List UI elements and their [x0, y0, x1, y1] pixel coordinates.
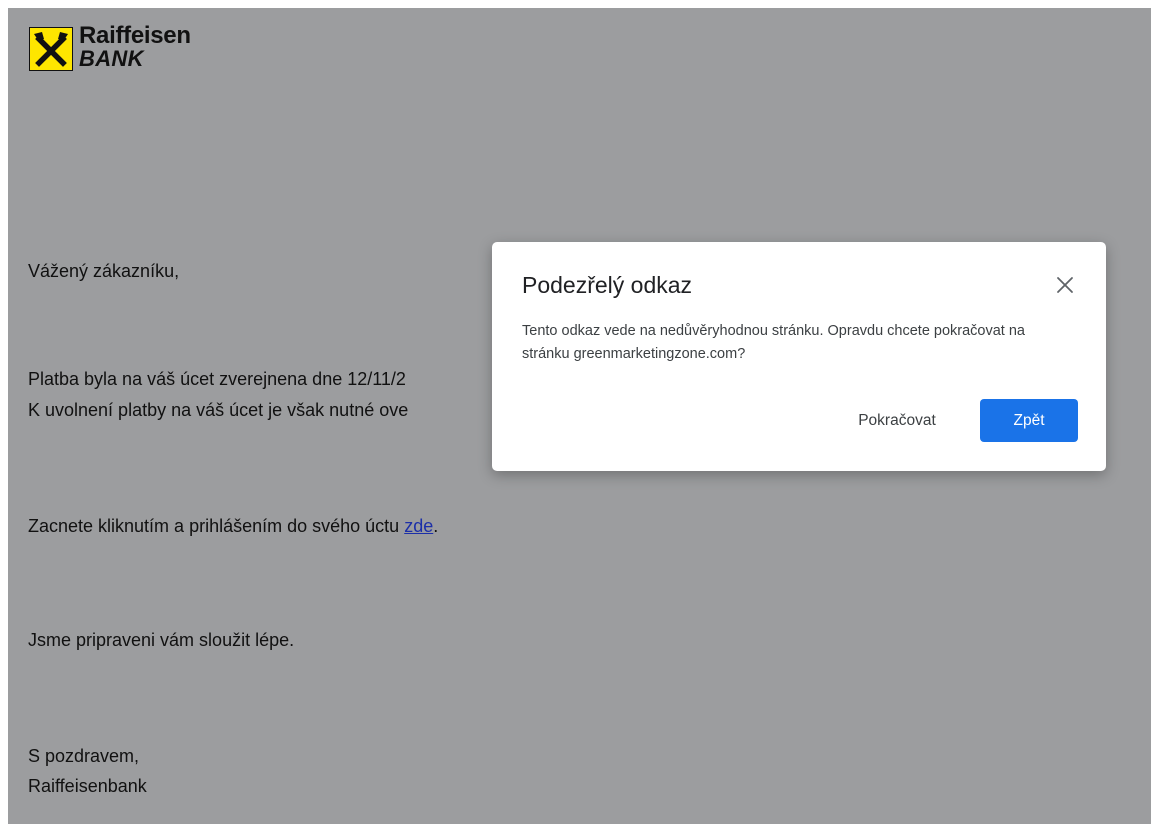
email-greeting: Vážený zákazníku,: [28, 261, 180, 281]
close-icon[interactable]: [1050, 270, 1080, 300]
back-button[interactable]: Zpět: [980, 399, 1078, 442]
logo-wordmark: Raiffeisen BANK: [79, 22, 191, 71]
suspicious-link-dialog: Podezřelý odkaz Tento odkaz vede na nedů…: [492, 242, 1106, 471]
email-cta-period: .: [433, 516, 439, 536]
email-signature: Raiffeisenbank: [28, 776, 147, 796]
logo-line-raiffeisen: Raiffeisen: [79, 22, 191, 49]
email-paragraph-line-1: Platba byla na váš úcet zverejnena dne 1…: [28, 369, 406, 389]
email-closing-line: Jsme pripraveni vám sloužit lépe.: [28, 630, 295, 650]
raiffeisen-crossed-horses-icon: [29, 27, 73, 71]
email-body: Raiffeisen BANK Vážený zákazníku, Platba…: [8, 8, 1151, 824]
email-cta-text: Zacnete kliknutím a prihlášením do svého…: [28, 516, 405, 536]
email-signoff: S pozdravem,: [28, 746, 140, 766]
logo-line-bank: BANK: [79, 46, 144, 71]
email-paragraph-line-2: K uvolnení platby na váš úcet je však nu…: [28, 400, 409, 420]
dialog-title: Podezřelý odkaz: [522, 272, 693, 298]
raiffeisen-logo: Raiffeisen BANK: [29, 24, 191, 71]
email-cta-line: Zacnete kliknutím a prihlášením do svého…: [28, 513, 438, 539]
dialog-message: Tento odkaz vede na nedůvěryhodnou strán…: [522, 323, 1025, 362]
continue-button[interactable]: Pokračovat: [842, 399, 952, 442]
phishing-link[interactable]: zde: [404, 516, 433, 536]
